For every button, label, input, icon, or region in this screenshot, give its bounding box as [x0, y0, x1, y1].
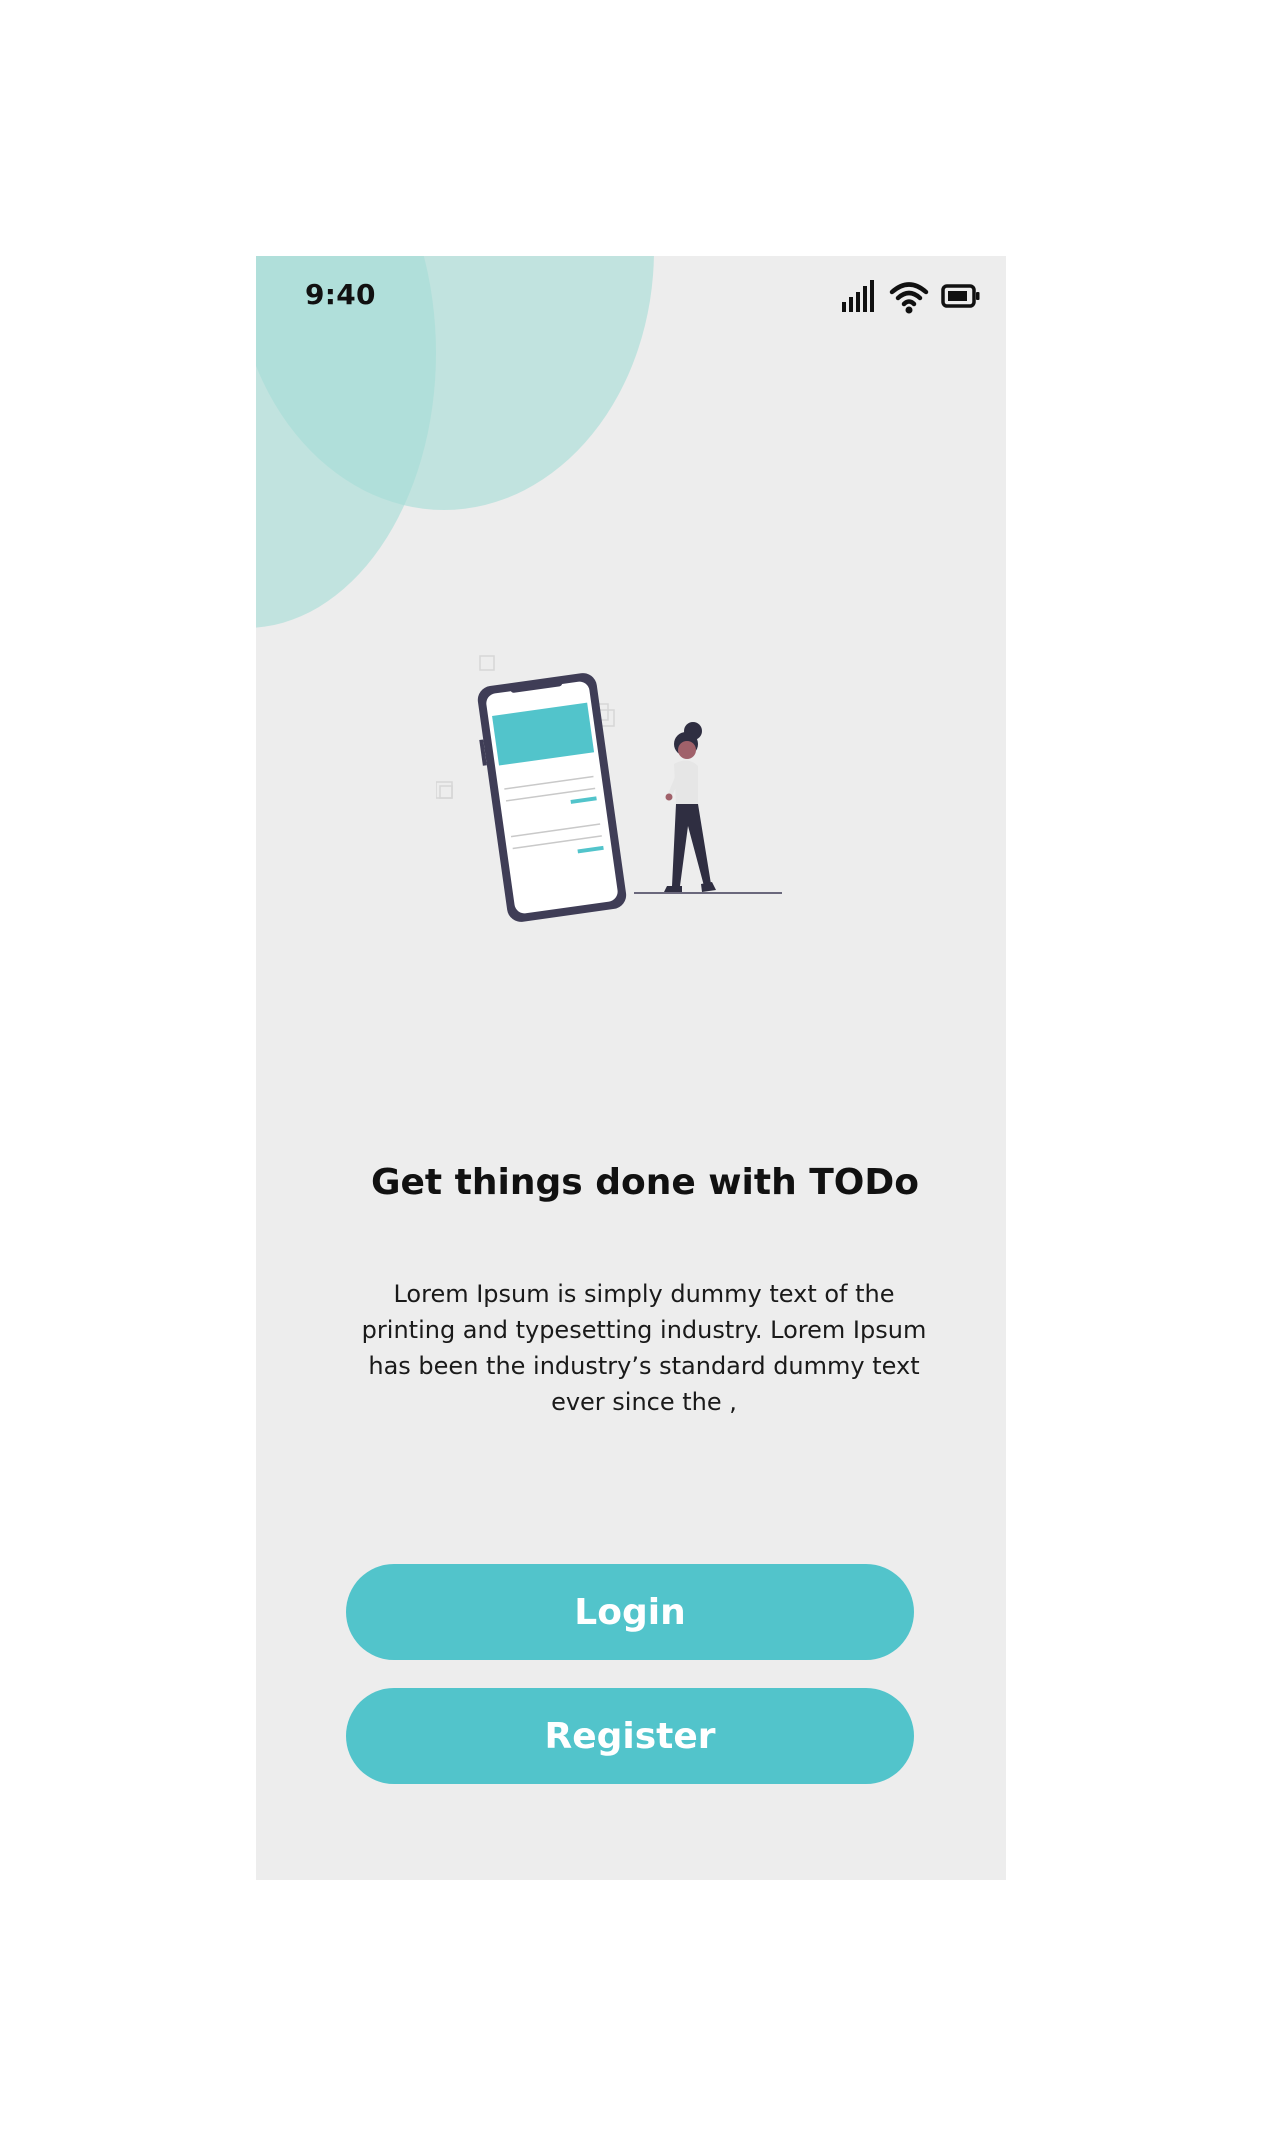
cellular-signal-icon [841, 278, 877, 314]
welcome-screen: 9:40 Get things done with TODo Lorem Ips… [256, 256, 1006, 1880]
register-button[interactable]: Register [346, 1688, 914, 1784]
wifi-icon [889, 278, 929, 314]
battery-icon [941, 278, 981, 314]
status-icons [841, 278, 981, 314]
welcome-description: Lorem Ipsum is simply dummy text of the … [361, 1280, 927, 1416]
phone-and-person-illustration [435, 646, 796, 966]
welcome-headline: Get things done with TODo [370, 1162, 920, 1203]
decorative-blob-left [256, 256, 436, 628]
status-time: 9:40 [305, 278, 376, 311]
login-button[interactable]: Login [346, 1564, 914, 1660]
